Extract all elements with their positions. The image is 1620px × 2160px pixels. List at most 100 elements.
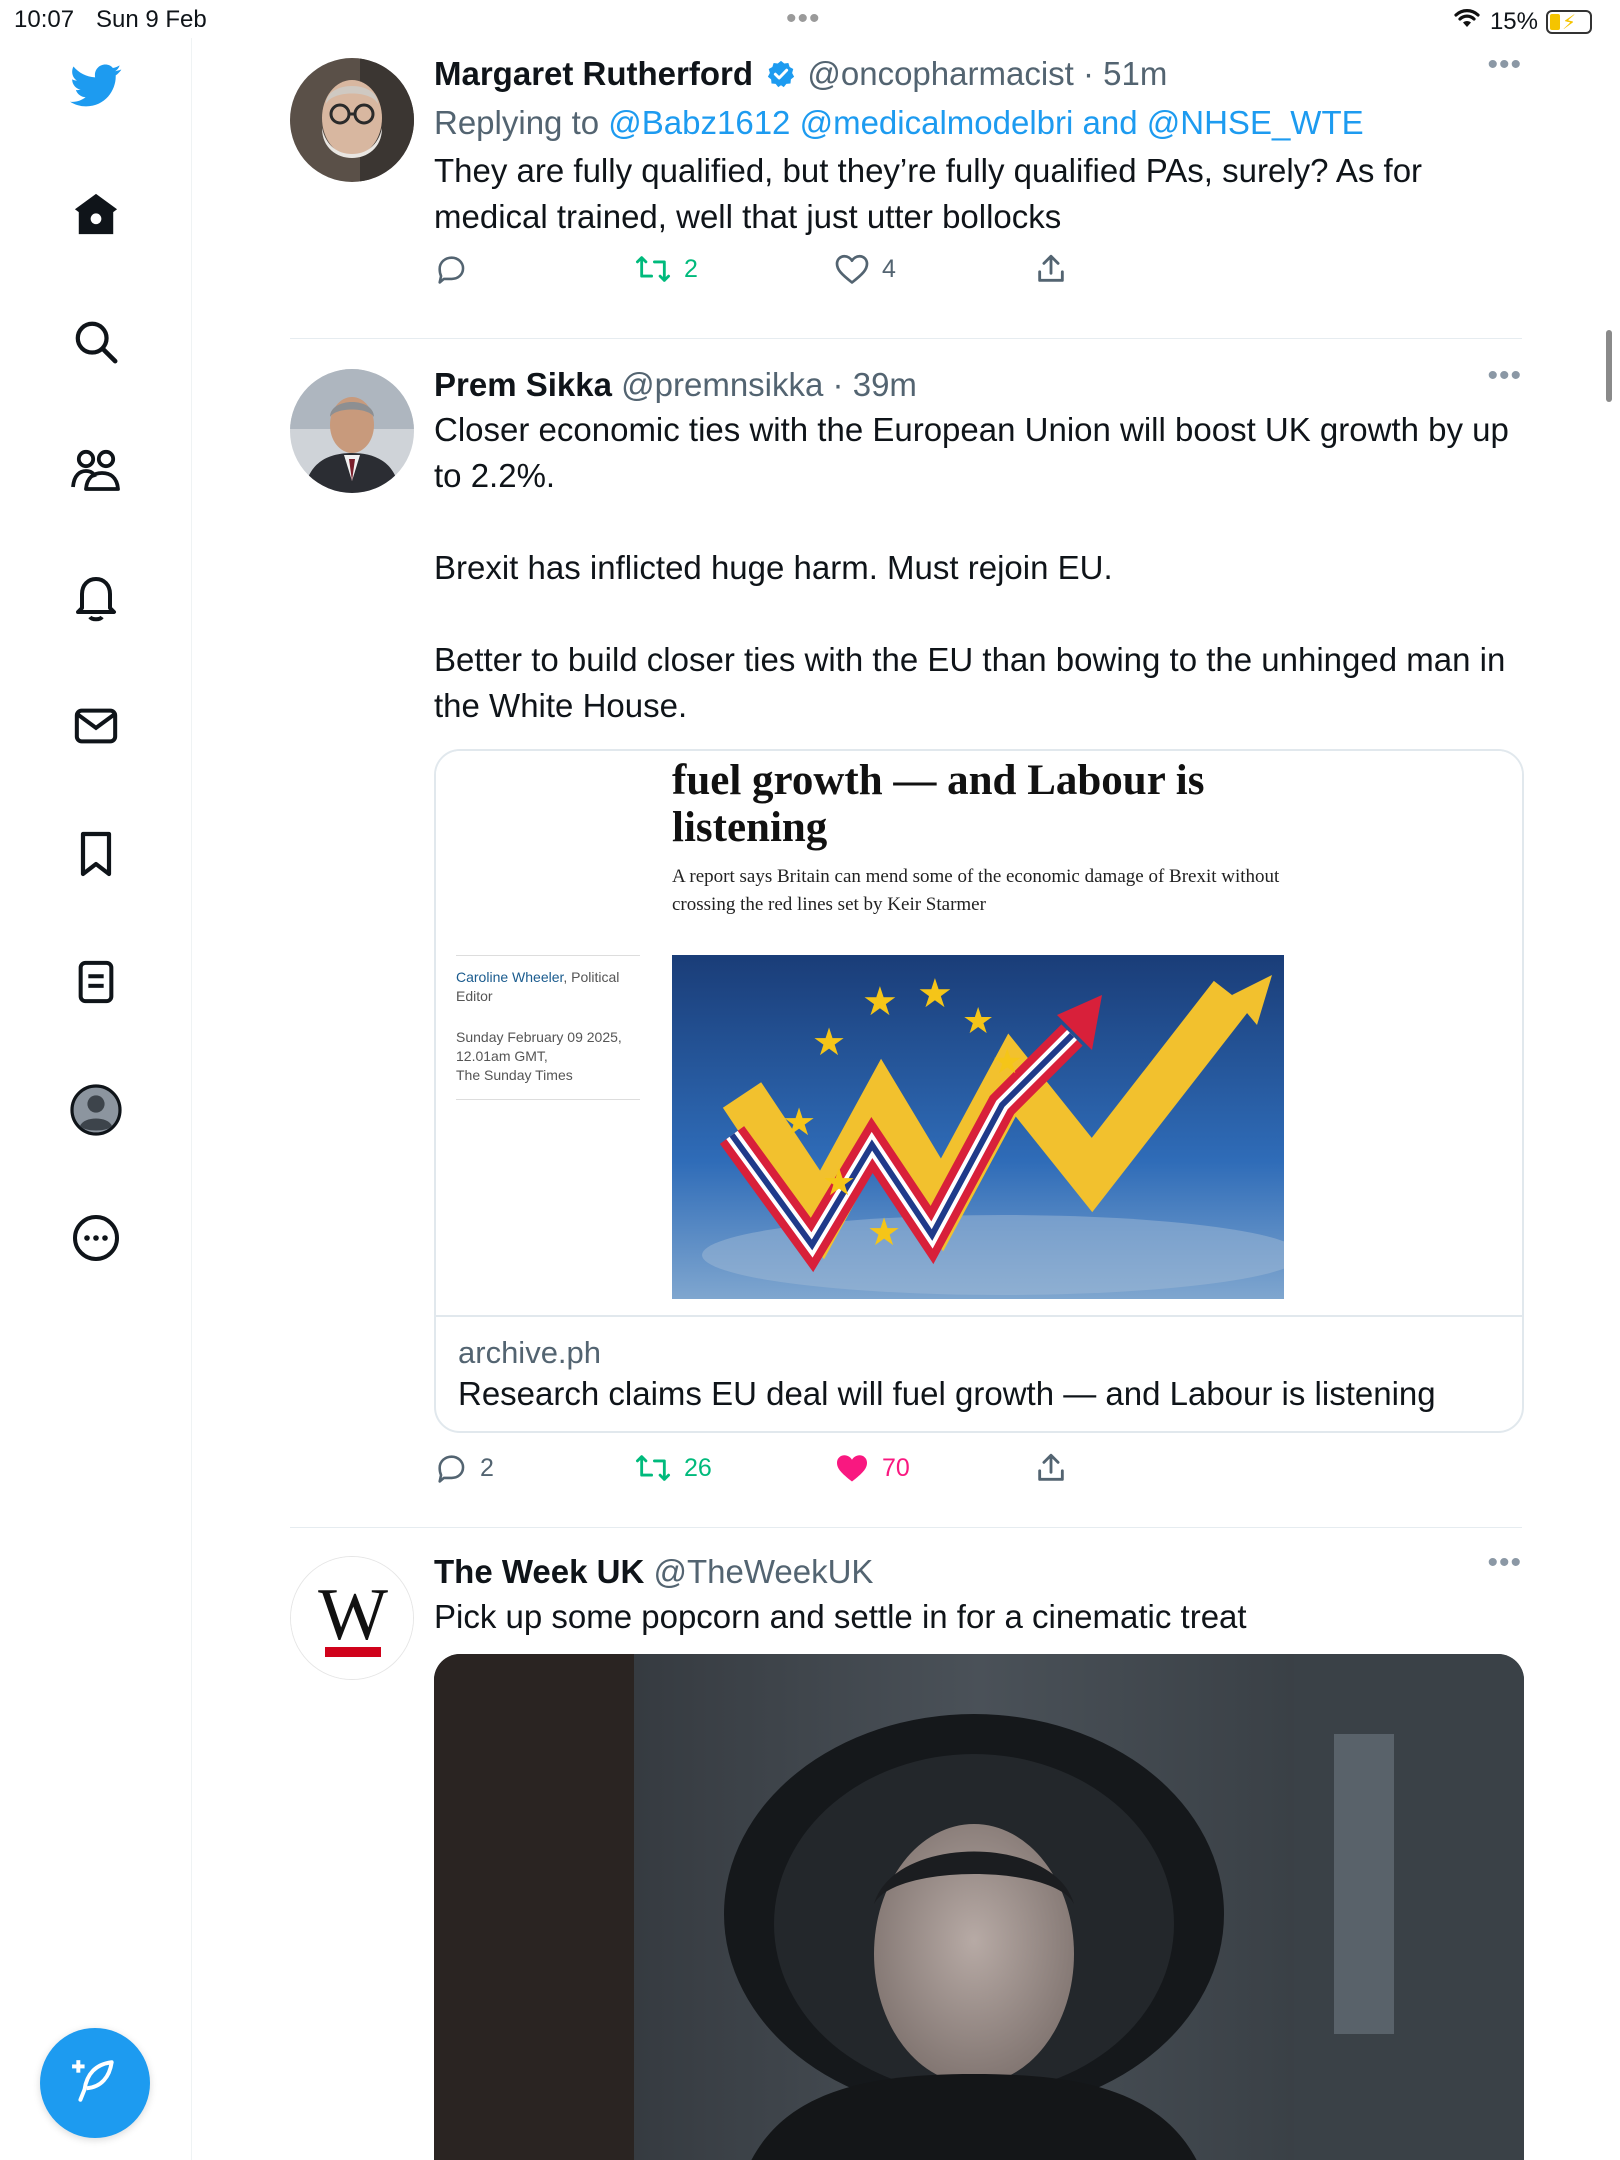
retweet-icon bbox=[634, 252, 672, 286]
author-handle[interactable]: @oncopharmacist bbox=[807, 55, 1073, 92]
avatar[interactable]: W bbox=[290, 1556, 414, 1680]
tweet-body: The Week UK @TheWeekUK ••• Pick up some … bbox=[434, 1528, 1524, 2160]
reply-count: 2 bbox=[480, 1453, 494, 1482]
compose-tweet-icon bbox=[70, 2056, 120, 2111]
status-time: 10:07 bbox=[14, 6, 75, 33]
avatar[interactable] bbox=[290, 369, 414, 493]
article-hero-image: ★ ★ ★ ★ ★ ★ ★ ★ bbox=[672, 955, 1284, 1299]
tweet-video[interactable] bbox=[434, 1654, 1524, 2160]
sidebar bbox=[0, 38, 192, 2160]
byline-meta: Sunday February 09 2025, 12.01am GMT, Th… bbox=[456, 1029, 622, 1083]
multitasking-dots-icon[interactable]: ••• bbox=[786, 2, 821, 36]
author-handle[interactable]: @TheWeekUK bbox=[653, 1553, 873, 1590]
svg-text:★: ★ bbox=[867, 1210, 901, 1254]
separator-dot: · bbox=[832, 366, 844, 403]
retweet-button[interactable]: 26 bbox=[634, 1451, 712, 1485]
share-button[interactable] bbox=[1034, 1451, 1068, 1485]
timeline: Margaret Rutherford @oncopharmacist · 51… bbox=[290, 38, 1524, 2160]
verified-badge-icon bbox=[766, 56, 796, 100]
svg-text:★: ★ bbox=[812, 1020, 846, 1064]
bookmarks-icon[interactable] bbox=[70, 828, 122, 880]
wifi-icon bbox=[1452, 6, 1482, 37]
status-bar: 10:07 Sun 9 Feb ••• 15% ⚡ bbox=[0, 0, 1620, 38]
link-card[interactable]: fuel growth — and Labour is listening A … bbox=[434, 749, 1524, 1433]
reply-icon bbox=[434, 1451, 468, 1485]
article-byline: Caroline Wheeler, Political Editor Sunda… bbox=[456, 955, 640, 1100]
link-title: Research claims EU deal will fuel growth… bbox=[458, 1375, 1436, 1412]
byline-author-line: Caroline Wheeler, Political Editor bbox=[456, 968, 640, 1006]
tweet-actions: 2 26 70 bbox=[434, 1451, 1522, 1511]
messages-icon[interactable] bbox=[70, 700, 122, 752]
svg-text:★: ★ bbox=[962, 1001, 994, 1042]
mention-link[interactable]: @medicalmodelbri bbox=[800, 104, 1074, 141]
search-icon[interactable] bbox=[70, 316, 122, 368]
link-domain: archive.ph bbox=[458, 1335, 602, 1370]
separator-dot: · bbox=[1083, 55, 1094, 92]
author-name[interactable]: Margaret Rutherford bbox=[434, 55, 753, 92]
author-name[interactable]: Prem Sikka bbox=[434, 366, 612, 403]
reply-button[interactable] bbox=[434, 252, 480, 286]
avatar-letter: W bbox=[318, 1574, 388, 1656]
tweet-header: Prem Sikka @premnsikka · 39m bbox=[434, 339, 1522, 407]
heart-icon bbox=[834, 1451, 870, 1485]
twitter-logo-icon[interactable] bbox=[70, 60, 122, 112]
notifications-icon[interactable] bbox=[70, 572, 122, 624]
battery-icon: ⚡ bbox=[1546, 9, 1592, 34]
mention-link[interactable]: @NHSE_WTE bbox=[1147, 104, 1364, 141]
status-right: 15% ⚡ bbox=[1452, 6, 1592, 37]
retweet-count: 2 bbox=[684, 254, 698, 283]
tweet-actions: 2 4 bbox=[434, 252, 1522, 312]
compose-tweet-button[interactable] bbox=[40, 2028, 150, 2138]
status-date: Sun 9 Feb bbox=[96, 6, 207, 33]
more-options-icon[interactable]: ••• bbox=[1487, 48, 1522, 82]
retweet-button[interactable]: 2 bbox=[634, 252, 698, 286]
more-options-icon[interactable]: ••• bbox=[1487, 1546, 1522, 1580]
tweet-time[interactable]: 51m bbox=[1103, 55, 1167, 92]
mention-link[interactable]: @Babz1612 bbox=[608, 104, 790, 141]
tweet[interactable]: W The Week UK @TheWeekUK ••• Pick up som… bbox=[290, 1528, 1524, 2160]
reply-icon bbox=[434, 252, 468, 286]
mention-and: and bbox=[1082, 104, 1138, 141]
reply-button[interactable]: 2 bbox=[434, 1451, 494, 1485]
share-icon bbox=[1034, 1451, 1068, 1485]
tweet-header: The Week UK @TheWeekUK bbox=[434, 1528, 1522, 1594]
tweet[interactable]: Prem Sikka @premnsikka · 39m ••• Closer … bbox=[290, 339, 1524, 1527]
svg-text:★: ★ bbox=[992, 1042, 1022, 1082]
svg-text:★: ★ bbox=[862, 979, 898, 1025]
replying-to: Replying to @Babz1612 @medicalmodelbri a… bbox=[434, 100, 1522, 146]
byline-author: Caroline Wheeler bbox=[456, 969, 564, 985]
tweet-header: Margaret Rutherford @oncopharmacist · 51… bbox=[434, 38, 1522, 100]
like-count: 70 bbox=[882, 1453, 910, 1482]
link-card-footer: archive.ph Research claims EU deal will … bbox=[436, 1317, 1522, 1431]
battery-percent: 15% bbox=[1489, 7, 1538, 35]
tweet-text: Pick up some popcorn and settle in for a… bbox=[434, 1598, 1247, 1635]
author-handle[interactable]: @premnsikka bbox=[621, 366, 823, 403]
tweet-body: Margaret Rutherford @oncopharmacist · 51… bbox=[434, 38, 1522, 312]
article-headline: fuel growth — and Labour is listening bbox=[672, 757, 1205, 851]
share-button[interactable] bbox=[1034, 252, 1068, 286]
retweet-icon bbox=[634, 1451, 672, 1485]
tweet-text: They are fully qualified, but they’re fu… bbox=[434, 152, 1423, 235]
profile-icon[interactable] bbox=[70, 1084, 122, 1136]
tweet[interactable]: Margaret Rutherford @oncopharmacist · 51… bbox=[290, 38, 1522, 338]
lists-icon[interactable] bbox=[70, 956, 122, 1008]
svg-text:★: ★ bbox=[917, 971, 953, 1017]
svg-text:★: ★ bbox=[782, 1100, 816, 1144]
tweet-time[interactable]: 39m bbox=[853, 366, 917, 403]
article-subheadline: A report says Britain can mend some of t… bbox=[672, 866, 1280, 915]
author-name[interactable]: The Week UK bbox=[434, 1553, 644, 1590]
like-count: 4 bbox=[882, 254, 896, 283]
tweet-body: Prem Sikka @premnsikka · 39m ••• Closer … bbox=[434, 339, 1524, 1511]
like-button[interactable]: 70 bbox=[834, 1451, 910, 1485]
share-icon bbox=[1034, 252, 1068, 286]
home-icon[interactable] bbox=[70, 188, 122, 240]
more-options-icon[interactable]: ••• bbox=[1487, 359, 1522, 393]
scrollbar[interactable] bbox=[1606, 330, 1612, 402]
avatar[interactable] bbox=[290, 58, 414, 182]
tweet-text: Closer economic ties with the European U… bbox=[434, 411, 1509, 724]
communities-icon[interactable] bbox=[70, 444, 122, 496]
like-button[interactable]: 4 bbox=[834, 252, 896, 286]
heart-icon bbox=[834, 252, 870, 286]
more-icon[interactable] bbox=[70, 1212, 122, 1264]
svg-text:★: ★ bbox=[822, 1160, 856, 1204]
